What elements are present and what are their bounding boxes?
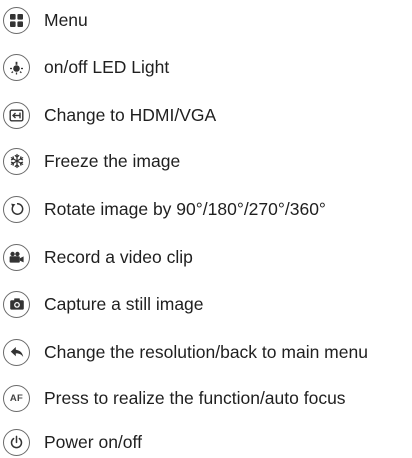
legend-row-rotate: Rotate image by 90°/180°/270°/360° bbox=[3, 193, 326, 225]
legend-label: Rotate image by 90°/180°/270°/360° bbox=[44, 199, 326, 219]
legend-row-menu: Menu bbox=[3, 4, 88, 36]
legend-row-hdmi-vga: Change to HDMI/VGA bbox=[3, 99, 216, 131]
legend-row-power: Power on/off bbox=[3, 426, 142, 458]
legend-label: Change to HDMI/VGA bbox=[44, 105, 217, 125]
legend-label: Record a video clip bbox=[44, 247, 193, 267]
legend-label: Freeze the image bbox=[44, 151, 181, 171]
legend-label: Menu bbox=[44, 10, 88, 30]
led-light-icon bbox=[3, 53, 30, 81]
rotate-icon bbox=[3, 195, 30, 223]
legend-label: Press to realize the function/auto focus bbox=[44, 388, 346, 408]
legend-row-led-light: on/off LED Light bbox=[3, 51, 169, 83]
legend-label: Power on/off bbox=[44, 432, 142, 452]
snowflake-icon bbox=[3, 147, 30, 175]
legend-label: Capture a still image bbox=[44, 294, 204, 314]
input-switch-icon bbox=[3, 101, 30, 129]
legend-label: Change the resolution/back to main menu bbox=[44, 342, 368, 362]
legend-row-resolution-back: Change the resolution/back to main menu bbox=[3, 336, 368, 368]
autofocus-icon-text: AF bbox=[9, 392, 24, 404]
menu-grid-icon bbox=[3, 6, 30, 34]
legend-row-capture-still: Capture a still image bbox=[3, 288, 204, 320]
video-camera-icon bbox=[3, 243, 30, 271]
legend-row-record-video: Record a video clip bbox=[3, 241, 193, 273]
button-legend: Menu on/off LED Light Change to HDMI/VGA… bbox=[0, 0, 412, 456]
autofocus-icon: AF bbox=[3, 384, 30, 412]
back-arrow-icon bbox=[3, 338, 30, 366]
legend-label: on/off LED Light bbox=[44, 57, 170, 77]
power-icon bbox=[3, 428, 30, 456]
legend-row-autofocus: AF Press to realize the function/auto fo… bbox=[3, 382, 346, 414]
camera-icon bbox=[3, 290, 30, 318]
legend-row-freeze: Freeze the image bbox=[3, 145, 180, 177]
